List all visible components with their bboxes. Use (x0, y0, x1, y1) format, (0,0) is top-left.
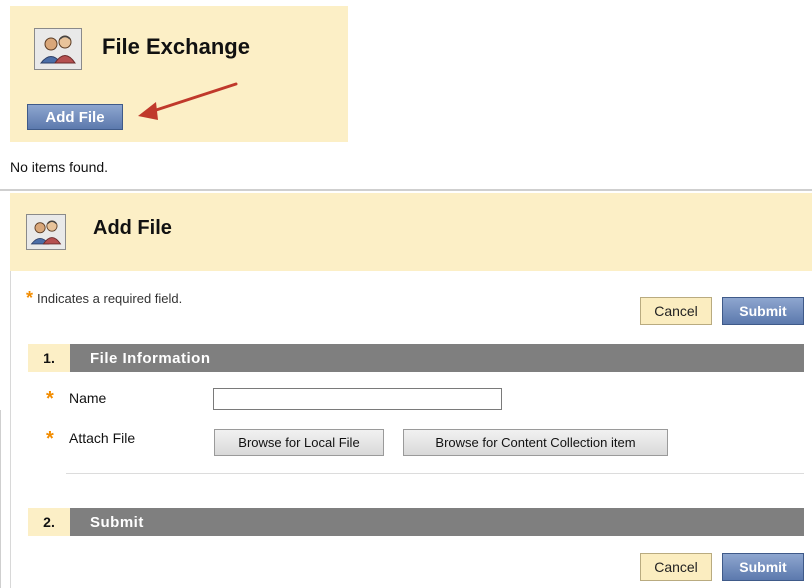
group-people-icon (34, 28, 82, 70)
browse-local-file-button[interactable]: Browse for Local File (214, 429, 384, 456)
browse-content-collection-button[interactable]: Browse for Content Collection item (403, 429, 668, 456)
attach-file-label: Attach File (69, 430, 136, 446)
page-title: Add File (93, 217, 172, 239)
arrow-annotation-icon (138, 82, 238, 120)
submit-button[interactable]: Submit (722, 553, 804, 581)
add-file-header: Add File (10, 193, 812, 271)
required-star-icon: * (26, 288, 34, 308)
section-submit: 2. Submit (28, 508, 804, 536)
name-label: Name (69, 390, 107, 406)
empty-message: No items found. (10, 159, 109, 175)
cancel-button[interactable]: Cancel (640, 297, 712, 325)
field-divider (66, 473, 804, 474)
required-note: * Indicates a required field. (26, 289, 182, 307)
section-file-information: 1. File Information (28, 344, 804, 372)
cancel-button[interactable]: Cancel (640, 553, 712, 581)
section-title: File Information (90, 349, 211, 367)
required-star-icon: * (46, 428, 54, 450)
section-title: Submit (90, 513, 144, 531)
section-number: 1. (28, 344, 70, 372)
panel-left-border (0, 410, 1, 588)
group-people-icon (26, 214, 66, 250)
add-file-button[interactable]: Add File (27, 104, 123, 130)
submit-button[interactable]: Submit (722, 297, 804, 325)
page-title: File Exchange (102, 34, 250, 59)
required-note-text: Indicates a required field. (37, 290, 183, 306)
panel-left-border (10, 271, 11, 588)
name-input[interactable] (213, 388, 502, 410)
divider (0, 189, 812, 191)
required-star-icon: * (46, 388, 54, 410)
section-number: 2. (28, 508, 70, 536)
